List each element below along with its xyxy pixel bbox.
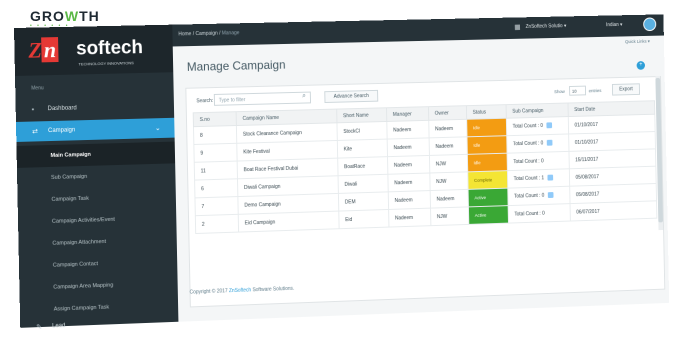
column-header-status[interactable]: Status: [466, 104, 507, 120]
quick-links-dropdown[interactable]: Quick Links ▾: [625, 39, 650, 45]
add-sub-campaign-icon[interactable]: [547, 174, 554, 181]
cell-manager: Nadeem: [387, 137, 430, 157]
sidebar-item-campaign[interactable]: ⇄ Campaign ⌄: [15, 117, 175, 142]
status-badge: Active: [468, 188, 509, 207]
cell-sno: 8: [193, 125, 237, 145]
zn-logo-mark: Zn: [28, 37, 59, 63]
cell-sno: 9: [193, 143, 238, 163]
status-badge: Idle: [467, 135, 508, 155]
status-badge: Active: [468, 205, 509, 225]
cell-sub-campaign: Total Count : 0: [506, 116, 569, 136]
cell-start-date: 06/07/2017: [570, 200, 657, 222]
cell-short-name: StockCl: [336, 121, 388, 141]
cell-short-name: DEM: [338, 191, 389, 212]
breadcrumb: Home / Campaign / Manage: [178, 30, 240, 38]
cell-manager: Nadeem: [387, 172, 431, 192]
add-sub-campaign-icon[interactable]: [546, 122, 553, 129]
brand-logo[interactable]: Zn softech TECHNOLOGY INNOVATIONS: [14, 24, 174, 76]
add-icon[interactable]: +: [636, 61, 646, 70]
cell-sub-campaign: Total Count : 1: [507, 168, 570, 189]
status-badge: Idle: [466, 118, 507, 137]
avatar[interactable]: [643, 17, 657, 32]
cell-short-name: Eid: [338, 209, 389, 229]
lead-icon: ✎: [36, 323, 43, 332]
cell-owner: Nadeem: [428, 119, 468, 138]
status-badge: Idle: [467, 153, 508, 172]
cell-sno: 11: [194, 161, 238, 181]
cell-manager: Nadeem: [388, 208, 431, 228]
brand-name: softech: [75, 37, 144, 60]
entries-select[interactable]: 10: [569, 85, 587, 96]
brand-tagline: TECHNOLOGY INNOVATIONS: [78, 60, 134, 67]
cell-owner: NJW: [430, 206, 469, 226]
cell-owner: NJW: [429, 154, 468, 173]
chevron-down-icon: ⌄: [154, 125, 161, 133]
language-menu[interactable]: Indian ▾: [606, 22, 622, 28]
cell-sno: 6: [194, 178, 238, 198]
cell-sub-campaign: Total Count : 0: [507, 151, 570, 171]
breadcrumb-campaign[interactable]: Campaign: [195, 31, 217, 37]
main-content: Quick Links ▾ Manage Campaign + Search: …: [172, 35, 670, 322]
cell-owner: Nadeem: [429, 136, 468, 156]
campaign-icon: ⇄: [32, 128, 39, 136]
cell-manager: Nadeem: [386, 120, 430, 140]
cell-sno: 7: [194, 196, 239, 216]
advance-search-button[interactable]: Advance Search: [324, 89, 379, 104]
entries-label: entries: [588, 88, 602, 94]
breadcrumb-manage: Manage: [221, 30, 240, 37]
add-sub-campaign-icon[interactable]: [546, 140, 553, 147]
cell-sno: 2: [195, 214, 239, 234]
menu-label: Menu: [31, 85, 44, 92]
status-badge: Complete: [467, 170, 508, 190]
column-header-short-name[interactable]: Short Name: [336, 107, 387, 123]
cell-short-name: Kite: [337, 139, 388, 159]
cell-sub-campaign: Total Count : 0: [508, 203, 571, 224]
search-input[interactable]: Type to filter: [213, 91, 312, 106]
search-label: Search:: [196, 97, 214, 105]
sidebar-item-dashboard[interactable]: ▪ Dashboard: [16, 96, 175, 120]
breadcrumb-home[interactable]: Home: [178, 31, 191, 37]
sidebar: Zn softech TECHNOLOGY INNOVATIONS Menu ▪…: [14, 24, 179, 332]
cell-short-name: BoatRace: [337, 156, 388, 176]
cell-campaign-name[interactable]: Eid Campaign: [238, 211, 340, 233]
column-header-owner[interactable]: Owner: [428, 105, 467, 121]
cell-owner: NJW: [429, 171, 469, 191]
cell-sub-campaign: Total Count : 0: [506, 133, 569, 154]
show-label: Show: [554, 89, 565, 95]
cell-short-name: Diwali: [338, 174, 389, 194]
cell-owner: Nadeem: [430, 189, 469, 209]
user-menu[interactable]: ZnSoftech Solutio ▾: [526, 23, 567, 30]
add-sub-campaign-icon[interactable]: [548, 192, 554, 199]
export-button[interactable]: Export: [611, 83, 641, 96]
page-title: Manage Campaign: [186, 57, 286, 74]
growth-logo: GROWTH: [30, 8, 100, 24]
app-window: Zn softech TECHNOLOGY INNOVATIONS Menu ▪…: [14, 14, 670, 332]
cell-manager: Nadeem: [388, 190, 431, 210]
dashboard-icon: ▪: [31, 106, 35, 114]
search-icon[interactable]: ⌕: [302, 93, 306, 101]
campaign-table-panel: Search: Type to filter ⌕ Advance Search …: [185, 76, 666, 308]
campaign-table: S.no Campaign Name Short Name Manager Ow…: [193, 100, 658, 234]
cell-sub-campaign: Total Count : 0: [507, 186, 571, 206]
footer-link[interactable]: ZnSoftech: [229, 287, 251, 294]
column-header-sno[interactable]: S.no: [193, 111, 237, 127]
apps-grid-icon[interactable]: ▦: [514, 23, 520, 31]
column-header-manager[interactable]: Manager: [386, 106, 429, 122]
cell-manager: Nadeem: [387, 155, 430, 175]
